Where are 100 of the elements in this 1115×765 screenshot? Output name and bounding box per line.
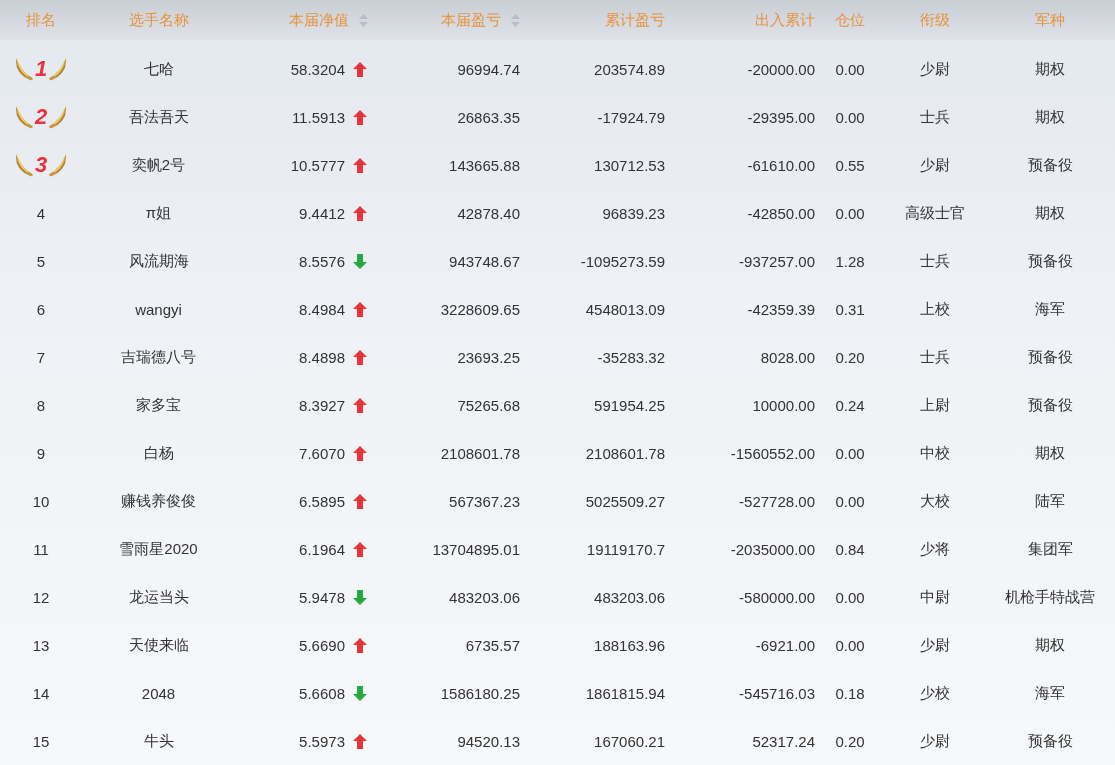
rank-number: 8 bbox=[36, 396, 46, 414]
net-value: 9.4412 bbox=[299, 204, 345, 222]
player-name: 天使来临 bbox=[128, 635, 189, 655]
period-profit: 13704895.01 bbox=[432, 540, 520, 558]
column-header: 选手名称 bbox=[128, 10, 189, 30]
branch-name: 集团军 bbox=[1027, 539, 1073, 559]
position-ratio: 0.20 bbox=[835, 732, 865, 750]
rank-number: 5 bbox=[36, 252, 46, 270]
rank-number: 13 bbox=[32, 636, 50, 654]
period-profit: 6735.57 bbox=[465, 636, 520, 654]
net-value: 7.6070 bbox=[299, 444, 345, 462]
column-header: 出入累计 bbox=[755, 10, 815, 30]
position-ratio: 0.00 bbox=[835, 588, 865, 606]
cash-flow: 52317.24 bbox=[752, 732, 815, 750]
total-profit: 19119170.7 bbox=[586, 540, 665, 558]
cash-flow: -42359.39 bbox=[747, 300, 815, 318]
rank-title: 上校 bbox=[920, 299, 950, 319]
branch-name: 期权 bbox=[1035, 635, 1065, 655]
player-name: 雪雨星2020 bbox=[119, 539, 198, 559]
player-name: 2048 bbox=[141, 684, 176, 702]
sort-icon[interactable] bbox=[511, 13, 520, 27]
position-ratio: 0.55 bbox=[835, 156, 865, 174]
position-ratio: 0.00 bbox=[835, 60, 865, 78]
branch-name: 预备役 bbox=[1027, 251, 1073, 271]
cash-flow: -1560552.00 bbox=[730, 444, 815, 462]
net-value: 5.6608 bbox=[299, 684, 345, 702]
rank-number: 7 bbox=[36, 348, 46, 366]
position-ratio: 0.00 bbox=[835, 204, 865, 222]
branch-name: 机枪手特战营 bbox=[1005, 587, 1095, 607]
column-header[interactable]: 本届盈亏 bbox=[441, 10, 501, 30]
period-profit: 2108601.78 bbox=[440, 444, 520, 462]
rank-title: 中校 bbox=[920, 443, 950, 463]
player-name: 风流期海 bbox=[128, 251, 189, 271]
branch-name: 预备役 bbox=[1027, 731, 1073, 751]
period-profit: 96994.74 bbox=[457, 60, 520, 78]
period-profit: 943748.67 bbox=[449, 252, 520, 270]
net-value: 10.5777 bbox=[290, 156, 345, 174]
column-header[interactable]: 本届净值 bbox=[289, 10, 349, 30]
rank-number: 3 bbox=[34, 152, 48, 178]
player-name: 吾法吾天 bbox=[128, 107, 189, 127]
net-value: 58.3204 bbox=[290, 60, 345, 78]
position-ratio: 0.24 bbox=[835, 396, 865, 414]
rank-title: 少尉 bbox=[920, 59, 950, 79]
cash-flow: 10000.00 bbox=[752, 396, 815, 414]
wing-icon bbox=[48, 104, 69, 130]
cash-flow: -580000.00 bbox=[739, 588, 815, 606]
total-profit: -17924.79 bbox=[597, 108, 665, 126]
player-name: 吉瑞德八号 bbox=[121, 347, 196, 367]
rank-number: 6 bbox=[36, 300, 46, 318]
net-value: 8.4898 bbox=[299, 348, 345, 366]
cash-flow: 8028.00 bbox=[760, 348, 815, 366]
column-header: 排名 bbox=[26, 10, 56, 30]
total-profit: 188163.96 bbox=[594, 636, 665, 654]
rank-number: 1 bbox=[34, 56, 48, 82]
rank-number: 14 bbox=[32, 684, 50, 702]
player-name: 家多宝 bbox=[136, 395, 181, 415]
player-name: 牛头 bbox=[143, 731, 174, 751]
rank-title: 高级士官 bbox=[905, 203, 965, 223]
rank-number: 12 bbox=[32, 588, 50, 606]
total-profit: 5025509.27 bbox=[585, 492, 665, 510]
position-ratio: 0.84 bbox=[835, 540, 865, 558]
total-profit: 167060.21 bbox=[594, 732, 665, 750]
net-value: 8.3927 bbox=[299, 396, 345, 414]
sort-icon[interactable] bbox=[359, 13, 368, 27]
branch-name: 陆军 bbox=[1035, 491, 1065, 511]
net-value: 11.5913 bbox=[291, 108, 345, 126]
total-profit: 1861815.94 bbox=[585, 684, 665, 702]
rank-number: 2 bbox=[34, 104, 48, 130]
player-name: 七哈 bbox=[143, 59, 174, 79]
net-value: 6.5895 bbox=[299, 492, 345, 510]
period-profit: 143665.88 bbox=[449, 156, 520, 174]
player-name: wangyi bbox=[135, 300, 182, 318]
branch-name: 期权 bbox=[1035, 107, 1065, 127]
position-ratio: 0.31 bbox=[835, 300, 865, 318]
position-ratio: 0.00 bbox=[835, 636, 865, 654]
cash-flow: -20000.00 bbox=[747, 60, 815, 78]
branch-name: 预备役 bbox=[1027, 395, 1073, 415]
rank-title: 中尉 bbox=[920, 587, 950, 607]
rank-title: 上尉 bbox=[920, 395, 950, 415]
total-profit: -35283.32 bbox=[597, 348, 665, 366]
position-ratio: 1.28 bbox=[835, 252, 865, 270]
wing-icon bbox=[48, 152, 69, 178]
cash-flow: -937257.00 bbox=[739, 252, 815, 270]
player-name: π姐 bbox=[145, 203, 172, 223]
wing-icon bbox=[13, 104, 34, 130]
total-profit: -1095273.59 bbox=[580, 252, 665, 270]
net-value: 5.6690 bbox=[299, 636, 345, 654]
total-profit: 2108601.78 bbox=[585, 444, 665, 462]
branch-name: 期权 bbox=[1035, 59, 1065, 79]
rank-title: 士兵 bbox=[920, 347, 950, 367]
position-ratio: 0.00 bbox=[835, 108, 865, 126]
branch-name: 预备役 bbox=[1027, 155, 1073, 175]
cash-flow: -61610.00 bbox=[747, 156, 815, 174]
cash-flow: -527728.00 bbox=[739, 492, 815, 510]
player-name: 赚钱养俊俊 bbox=[121, 491, 196, 511]
rank-title: 士兵 bbox=[920, 251, 950, 271]
rank-number: 10 bbox=[32, 492, 50, 510]
branch-name: 海军 bbox=[1035, 683, 1065, 703]
net-value: 5.9478 bbox=[299, 588, 345, 606]
period-profit: 26863.35 bbox=[457, 108, 520, 126]
